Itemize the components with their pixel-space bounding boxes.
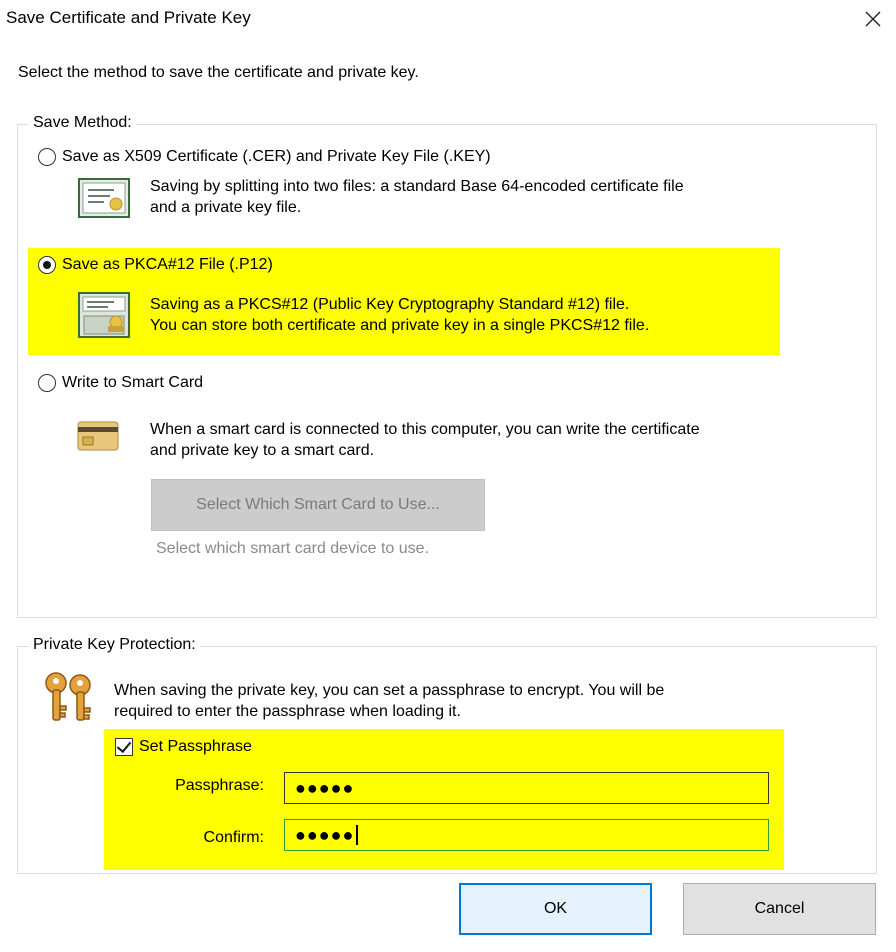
save-method-legend: Save Method:	[29, 114, 136, 132]
smart-card-hint: Select which smart card device to use.	[156, 540, 430, 557]
set-passphrase-checkbox[interactable]	[115, 738, 133, 756]
window-title: Save Certificate and Private Key	[6, 8, 251, 27]
close-icon	[865, 11, 881, 27]
select-smart-card-button[interactable]: Select Which Smart Card to Use...	[151, 479, 485, 531]
passphrase-value: ●●●●●	[295, 777, 355, 798]
radio-pkcs12-label: Save as PKCA#12 File (.P12)	[62, 256, 273, 273]
radio-option-pkcs12[interactable]: Save as PKCA#12 File (.P12)	[38, 256, 273, 274]
certificate-icon	[78, 178, 130, 223]
ok-button[interactable]: OK	[459, 883, 652, 935]
keys-icon	[40, 670, 98, 729]
passphrase-input[interactable]: ●●●●●	[284, 772, 769, 804]
x509-description: Saving by splitting into two files: a st…	[150, 178, 684, 216]
intro-text: Select the method to save the certificat…	[18, 64, 419, 81]
set-passphrase-row[interactable]: Set Passphrase	[115, 738, 252, 756]
confirm-label: Confirm:	[203, 829, 264, 846]
set-passphrase-label: Set Passphrase	[139, 738, 252, 755]
radio-x509-label: Save as X509 Certificate (.CER) and Priv…	[62, 148, 491, 165]
pkcs12-description: Saving as a PKCS#12 (Public Key Cryptogr…	[150, 296, 650, 334]
private-key-protection-legend: Private Key Protection:	[29, 636, 200, 654]
smart-card-icon	[77, 421, 119, 456]
radio-smart-card-label: Write to Smart Card	[62, 374, 204, 391]
pkcs12-file-icon	[78, 292, 132, 345]
radio-option-x509[interactable]: Save as X509 Certificate (.CER) and Priv…	[38, 148, 491, 166]
confirm-input[interactable]: ●●●●●	[284, 819, 769, 851]
radio-x509[interactable]	[38, 148, 56, 166]
cancel-button[interactable]: Cancel	[683, 883, 876, 935]
text-caret	[356, 825, 359, 845]
protection-description: When saving the private key, you can set…	[114, 682, 665, 720]
radio-pkcs12[interactable]	[38, 256, 56, 274]
passphrase-label: Passphrase:	[175, 777, 264, 794]
smart-card-description: When a smart card is connected to this c…	[150, 421, 700, 459]
radio-option-smart-card[interactable]: Write to Smart Card	[38, 374, 203, 392]
close-button[interactable]	[858, 4, 888, 34]
radio-smart-card[interactable]	[38, 374, 56, 392]
confirm-value: ●●●●●	[295, 824, 355, 845]
